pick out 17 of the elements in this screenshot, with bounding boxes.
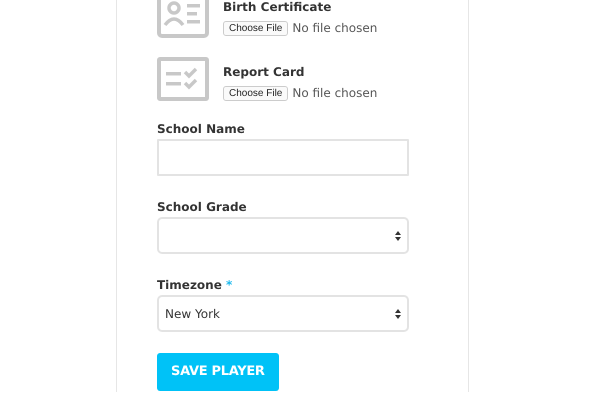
select-field[interactable]: New York: [157, 295, 409, 332]
file-status: No file chosen: [292, 85, 378, 102]
required-mark: *: [226, 278, 232, 292]
checklist-icon: [157, 57, 209, 101]
upload-label: Report Card: [223, 65, 306, 80]
file-status: No file chosen: [292, 20, 378, 37]
updown-icon: [395, 308, 401, 318]
choose-file-button[interactable]: Choose File: [223, 20, 288, 36]
updown-icon: [395, 230, 401, 240]
field-label: Timezone: [157, 278, 222, 292]
field-label: School Grade: [157, 200, 247, 214]
select-field[interactable]: [157, 217, 409, 254]
upload-label: Birth Certificate: [223, 0, 332, 15]
field-label: School Name: [157, 122, 245, 136]
choose-file-button[interactable]: Choose File: [223, 86, 288, 100]
id-card-icon: [157, 0, 209, 38]
text-input[interactable]: [157, 139, 409, 176]
